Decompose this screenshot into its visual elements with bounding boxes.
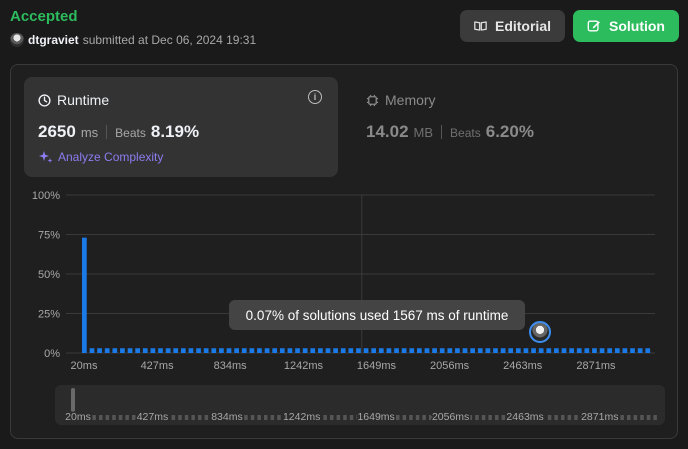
chart-bar — [416, 348, 422, 353]
chart-bar — [470, 348, 476, 353]
chart-bar — [554, 348, 559, 353]
chart-bar — [561, 348, 567, 353]
chart-bar — [637, 348, 643, 353]
chart-bar — [622, 348, 628, 353]
chart-bar — [249, 348, 255, 353]
chart-bar — [394, 348, 399, 353]
chart-bar — [630, 348, 635, 353]
chart-bar — [325, 348, 331, 353]
chart-bar — [180, 348, 186, 353]
chart-bar — [120, 348, 125, 353]
runtime-distribution-chart[interactable]: 100% 75% 50% 25% 0% 20ms 427ms 834ms 1242ms 1649m… — [0, 0, 688, 449]
chart-bar — [295, 348, 300, 353]
chart-bar — [188, 348, 194, 353]
chart-bar — [363, 348, 369, 353]
chart-bar — [401, 348, 407, 353]
chart-bar — [538, 348, 544, 353]
chart-bar — [226, 348, 232, 353]
chart-bar — [211, 348, 217, 353]
chart-bar — [127, 348, 133, 353]
chart-bar — [356, 348, 361, 353]
chart-bar — [477, 348, 483, 353]
x-tick-label: 427ms — [141, 360, 175, 372]
chart-bar — [614, 348, 620, 353]
chart-bar — [607, 348, 613, 353]
chart-bar — [203, 348, 209, 353]
chart-bar — [546, 348, 552, 353]
chart-bar — [455, 348, 460, 353]
chart-bar — [569, 348, 574, 353]
chart-bar — [333, 348, 338, 353]
chart-bar — [318, 348, 323, 353]
chart-bar — [462, 348, 468, 353]
chart-bar — [378, 348, 384, 353]
chart-bar — [196, 348, 201, 353]
x-tick-label: 1242ms — [284, 360, 324, 372]
chart-bar — [409, 348, 415, 353]
chart-bar — [302, 348, 308, 353]
chart-bar — [165, 348, 171, 353]
y-tick-label: 50% — [38, 269, 60, 281]
chart-bar — [424, 348, 430, 353]
x-tick-label: 2056ms — [430, 360, 470, 372]
x-tick-label: 2871ms — [576, 360, 616, 372]
chart-bar — [150, 348, 156, 353]
chart-bar — [142, 348, 148, 353]
chart-bar — [432, 348, 437, 353]
chart-bar — [287, 348, 293, 353]
chart-bar — [645, 348, 651, 353]
chart-bar — [576, 348, 582, 353]
chart-bar — [371, 348, 377, 353]
chart-bar — [340, 348, 346, 353]
chart-bar — [158, 348, 163, 353]
x-tick-label: 20ms — [71, 360, 98, 372]
user-position-marker[interactable] — [529, 321, 551, 343]
chart-bar — [272, 348, 278, 353]
chart-bar — [584, 348, 590, 353]
chart-bar — [515, 348, 521, 353]
chart-bar — [264, 348, 270, 353]
chart-bar — [257, 348, 262, 353]
chart-bar — [82, 237, 87, 353]
range-scrubber[interactable] — [55, 385, 665, 425]
y-tick-label: 100% — [32, 190, 60, 202]
chart-bar — [173, 348, 179, 353]
chart-bar — [97, 348, 102, 353]
scrubber-handle[interactable] — [71, 388, 75, 412]
chart-bar — [234, 348, 239, 353]
chart-bar — [310, 348, 316, 353]
chart-bar — [135, 348, 141, 353]
y-tick-label: 0% — [44, 348, 60, 360]
chart-bar — [485, 348, 491, 353]
chart-bar — [112, 348, 118, 353]
chart-bar — [500, 348, 506, 353]
chart-bar — [89, 348, 95, 353]
y-tick-label: 25% — [38, 309, 60, 321]
chart-bar — [219, 348, 224, 353]
x-tick-label: 834ms — [214, 360, 248, 372]
x-tick-label: 1649ms — [357, 360, 397, 372]
x-tick-label: 2463ms — [503, 360, 543, 372]
chart-bar — [447, 348, 453, 353]
chart-bar — [592, 348, 597, 353]
chart-bar — [599, 348, 605, 353]
chart-bar — [279, 348, 285, 353]
chart-bar — [386, 348, 392, 353]
chart-bar — [493, 348, 498, 353]
chart-bar — [523, 348, 529, 353]
chart-tooltip: 0.07% of solutions used 1567 ms of runti… — [229, 300, 525, 330]
chart-bar — [104, 348, 110, 353]
chart-bar — [241, 348, 247, 353]
chart-bar — [439, 348, 445, 353]
chart-bar — [531, 348, 536, 353]
chart-bar — [508, 348, 514, 353]
y-tick-label: 75% — [38, 230, 60, 242]
chart-bar — [348, 348, 354, 353]
